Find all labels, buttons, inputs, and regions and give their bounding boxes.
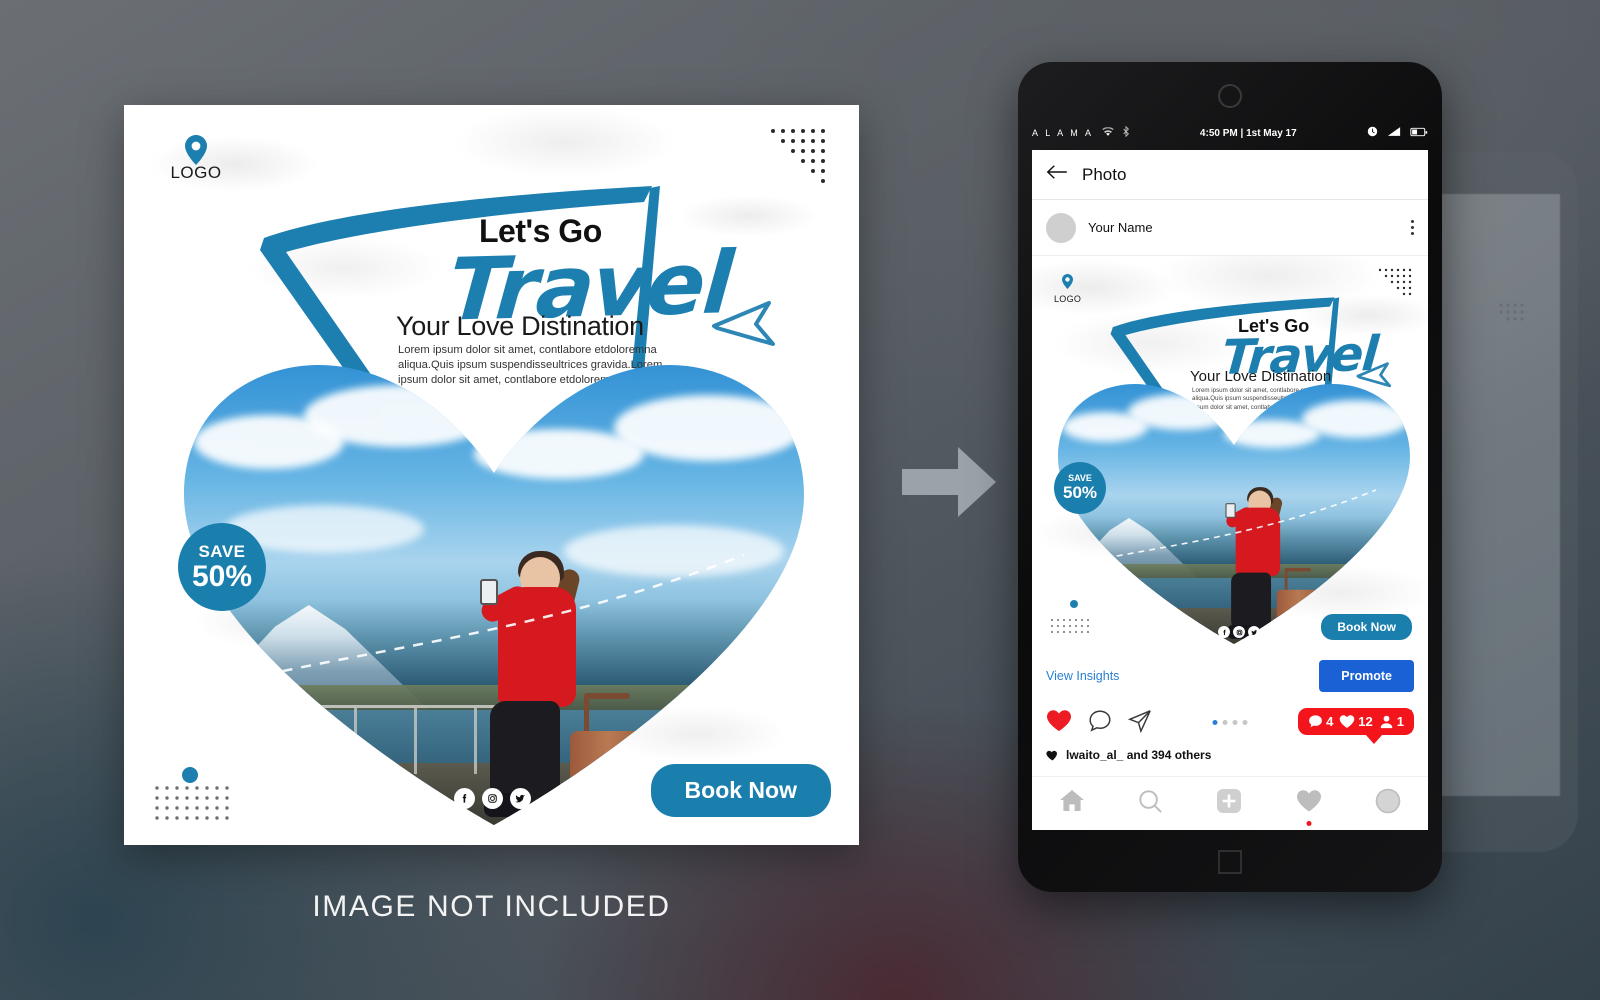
camera-icon bbox=[1218, 84, 1242, 108]
book-now-button[interactable]: Book Now bbox=[650, 764, 831, 817]
carousel-page-dots bbox=[1212, 720, 1248, 725]
blue-dot-decoration bbox=[182, 767, 198, 783]
mini-save-value: 50% bbox=[1062, 483, 1098, 502]
add-icon[interactable] bbox=[1216, 788, 1242, 819]
instagram-icon[interactable] bbox=[482, 788, 503, 809]
activity-notification-dot bbox=[1306, 821, 1312, 826]
right-arrow-icon bbox=[900, 443, 998, 521]
mini-book-now-button[interactable]: Book Now bbox=[1321, 614, 1412, 640]
heart-icon[interactable] bbox=[1046, 709, 1072, 738]
post-username: Your Name bbox=[1088, 220, 1153, 235]
notification-badge: 4 12 1 bbox=[1298, 708, 1414, 744]
post-header: Your Name bbox=[1032, 200, 1428, 256]
signal-icon bbox=[1387, 126, 1401, 140]
comment-icon[interactable] bbox=[1088, 709, 1112, 738]
home-icon[interactable] bbox=[1059, 789, 1085, 818]
home-square-icon[interactable] bbox=[1218, 850, 1242, 874]
blue-dot-decoration bbox=[1070, 600, 1078, 608]
search-icon[interactable] bbox=[1138, 789, 1163, 819]
avatar[interactable] bbox=[1046, 212, 1076, 243]
save-badge-label: SAVE bbox=[198, 541, 246, 561]
heart-small-icon bbox=[1046, 750, 1057, 760]
dot-grid-decoration bbox=[154, 785, 238, 823]
comment-count: 4 bbox=[1326, 714, 1334, 729]
likes-text: lwaito_al_ and 394 others bbox=[1066, 748, 1212, 762]
poster-canvas: LOGO Let's Go Travel Your Love Distinati… bbox=[124, 105, 859, 845]
poster-subtitle: Your Love Distination bbox=[396, 311, 644, 341]
profile-icon[interactable] bbox=[1375, 788, 1401, 819]
dot-pattern-triangle bbox=[769, 127, 829, 183]
image-not-included-caption: IMAGE NOT INCLUDED bbox=[312, 890, 671, 923]
mini-heart-photo bbox=[1036, 378, 1428, 644]
logo-label: LOGO bbox=[170, 163, 222, 182]
activity-icon[interactable] bbox=[1296, 789, 1322, 826]
mini-travel-photo bbox=[1036, 378, 1428, 644]
facebook-icon[interactable] bbox=[1218, 626, 1230, 638]
bottom-navbar bbox=[1032, 776, 1428, 830]
mini-logo-label: LOGO bbox=[1054, 294, 1082, 304]
battery-icon bbox=[1410, 127, 1428, 140]
likes-row: lwaito_al_ and 394 others bbox=[1032, 746, 1428, 762]
mini-logo: LOGO bbox=[1054, 274, 1081, 304]
mini-save-badge: SAVE 50% bbox=[1054, 462, 1106, 514]
status-bar: A L A M A 4:50 PM | 1st May 17 bbox=[1032, 120, 1428, 146]
follower-count: 1 bbox=[1396, 714, 1404, 729]
save-badge: SAVE 50% bbox=[178, 523, 266, 611]
instagram-icon[interactable] bbox=[1233, 626, 1245, 638]
bluetooth-icon bbox=[1122, 125, 1130, 140]
app-header-title: Photo bbox=[1082, 164, 1127, 184]
social-icons bbox=[454, 788, 531, 809]
phone-mockup: A L A M A 4:50 PM | 1st May 17 Photo You… bbox=[1018, 62, 1442, 892]
comment-filled-icon bbox=[1309, 715, 1322, 728]
insights-row: View Insights Promote bbox=[1032, 652, 1428, 700]
like-count: 12 bbox=[1358, 714, 1373, 729]
kebab-menu-icon[interactable] bbox=[1411, 220, 1414, 235]
map-pin-icon bbox=[185, 135, 207, 165]
comment-count-group: 4 bbox=[1308, 714, 1333, 729]
app-header: Photo bbox=[1032, 150, 1428, 200]
back-arrow-icon[interactable] bbox=[1046, 164, 1068, 185]
twitter-icon[interactable] bbox=[1248, 626, 1260, 638]
wifi-icon bbox=[1101, 126, 1114, 140]
dot-grid-decoration bbox=[1050, 618, 1096, 638]
phone-screen: Photo Your Name LOGO Let's Go Travel You… bbox=[1032, 150, 1428, 830]
carrier-label: A L A M A bbox=[1032, 128, 1094, 138]
mini-heart-photo-frame: SAVE 50% bbox=[1036, 378, 1428, 650]
heart-photo-frame: SAVE 50% bbox=[144, 355, 844, 835]
facebook-icon[interactable] bbox=[454, 788, 475, 809]
post-image[interactable]: LOGO Let's Go Travel Your Love Distinati… bbox=[1032, 256, 1428, 652]
post-actions: 4 12 1 bbox=[1032, 700, 1428, 746]
dashed-flight-path bbox=[1036, 378, 1428, 644]
twitter-icon[interactable] bbox=[510, 788, 531, 809]
view-insights-link[interactable]: View Insights bbox=[1046, 669, 1119, 683]
mini-social-icons bbox=[1218, 626, 1260, 638]
heart-filled-icon bbox=[1340, 715, 1355, 728]
poster-logo: LOGO bbox=[166, 135, 226, 183]
promote-button[interactable]: Promote bbox=[1319, 660, 1414, 692]
dot-pattern bbox=[1498, 302, 1526, 329]
send-icon[interactable] bbox=[1127, 709, 1152, 738]
like-count-group: 12 bbox=[1339, 714, 1373, 729]
person-icon bbox=[1380, 715, 1393, 729]
save-badge-value: 50% bbox=[191, 559, 253, 593]
follower-count-group: 1 bbox=[1379, 714, 1404, 729]
dot-pattern-triangle bbox=[1378, 268, 1412, 298]
clock-icon bbox=[1367, 126, 1378, 140]
airplane-icon bbox=[711, 300, 777, 353]
mini-save-label: SAVE bbox=[1068, 473, 1092, 483]
status-time: 4:50 PM | 1st May 17 bbox=[1199, 127, 1297, 139]
